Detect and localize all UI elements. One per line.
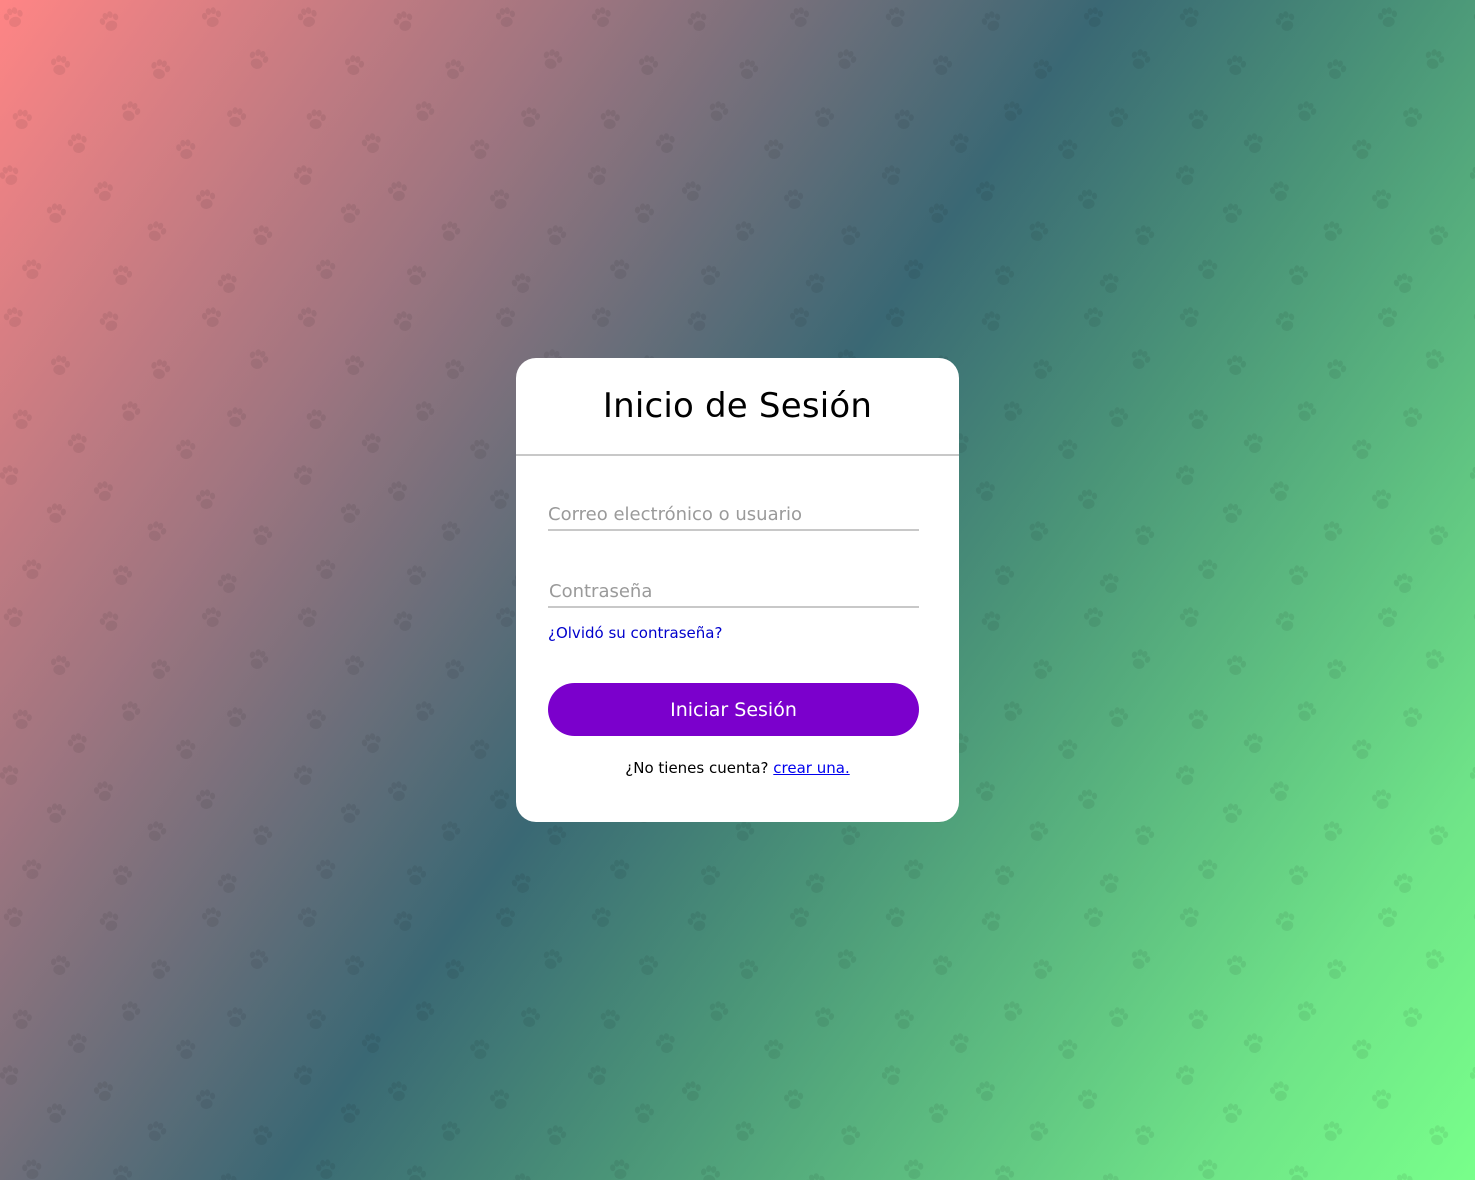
card-header: Inicio de Sesión	[516, 358, 959, 456]
login-button[interactable]: Iniciar Sesión	[548, 683, 919, 736]
email-field-wrapper	[548, 504, 919, 531]
login-card: Inicio de Sesión ¿Olvidó su contraseña? …	[516, 358, 959, 822]
password-field[interactable]	[548, 581, 920, 606]
email-field[interactable]	[548, 504, 919, 529]
page-title: Inicio de Sesión	[602, 386, 873, 426]
signup-prompt-text: ¿No tienes cuenta?	[625, 759, 769, 777]
forgot-password-link[interactable]: ¿Olvidó su contraseña?	[548, 624, 722, 642]
password-field-wrapper	[548, 581, 920, 608]
create-account-link[interactable]: crear una.	[773, 759, 849, 777]
signup-prompt: ¿No tienes cuenta? crear una.	[516, 759, 959, 777]
